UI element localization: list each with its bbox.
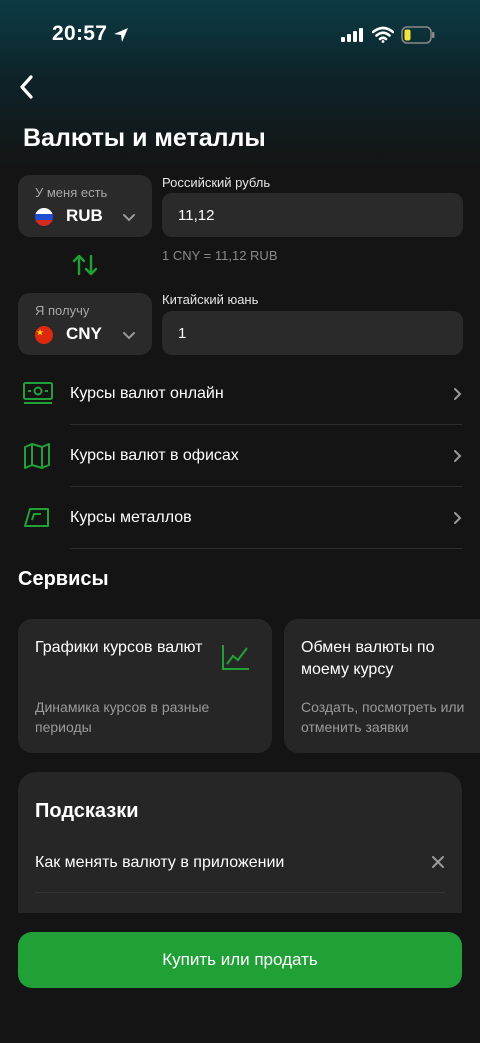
hints-card: Подсказки Как менять валюту в приложении [18, 772, 462, 932]
swap-arrows-icon [72, 254, 98, 276]
chevron-left-icon [20, 75, 33, 99]
service-card-rate-charts[interactable]: Графики курсов валют Динамика курсов в р… [18, 619, 272, 753]
service-card-description: Создать, посмотреть или отменить заявки [301, 699, 465, 735]
chevron-down-icon [122, 210, 136, 228]
menu-item-rates-online[interactable]: Курсы валют онлайн [0, 363, 480, 425]
menu-item-metal-rates[interactable]: Курсы металлов [0, 487, 480, 549]
exchange-rate-text: 1 CNY = 11,12 RUB [162, 248, 278, 263]
from-currency-code: RUB [66, 206, 103, 225]
russia-flag-icon [35, 208, 53, 226]
divider [70, 548, 462, 549]
status-time: 20:57 [52, 22, 108, 45]
to-currency-caption: Я получу [35, 303, 90, 318]
chevron-right-icon [453, 449, 463, 468]
chevron-right-icon [453, 511, 463, 530]
location-arrow-icon [112, 26, 130, 49]
close-icon[interactable] [431, 855, 445, 874]
service-card-title: Графики курсов валют [35, 639, 203, 656]
to-currency-code: CNY [66, 324, 102, 343]
page-title: Валюты и металлы [23, 124, 266, 152]
back-button[interactable] [10, 70, 44, 104]
cellular-signal-icon [340, 27, 364, 48]
banknote-icon [22, 381, 54, 410]
service-card-custom-exchange[interactable]: Обмен валюты по моему курсу Создать, пос… [284, 619, 480, 753]
map-icon [22, 442, 52, 475]
service-card-title: Обмен валюты по моему курсу [301, 639, 435, 678]
chevron-down-icon [122, 328, 136, 346]
to-amount-input[interactable] [162, 311, 463, 355]
menu-item-rates-offices[interactable]: Курсы валют в офисах [0, 425, 480, 487]
buy-or-sell-button[interactable]: Купить или продать [18, 932, 462, 988]
from-amount-label: Российский рубль [162, 175, 271, 190]
hint-item[interactable]: Как менять валюту в приложении [35, 854, 284, 872]
from-currency-caption: У меня есть [35, 185, 108, 200]
hints-title: Подсказки [35, 800, 139, 822]
service-card-description: Динамика курсов в разные периоды [35, 699, 210, 735]
menu-item-label: Курсы валют в офисах [70, 447, 239, 464]
swap-currencies-button[interactable] [68, 250, 102, 280]
menu-item-label: Курсы металлов [70, 509, 192, 526]
from-currency-select[interactable]: У меня есть RUB [18, 175, 152, 237]
to-amount-label: Китайский юань [162, 292, 259, 307]
battery-icon [401, 26, 435, 49]
china-flag-icon [35, 326, 53, 344]
from-amount-input[interactable] [162, 193, 463, 237]
menu-item-label: Курсы валют онлайн [70, 385, 224, 402]
gold-bar-icon [22, 506, 52, 535]
services-title: Сервисы [18, 568, 109, 590]
to-currency-select[interactable]: Я получу CNY [18, 293, 152, 355]
wifi-icon [371, 26, 395, 48]
status-bar: 20:57 [0, 0, 480, 70]
chart-icon [221, 643, 251, 676]
chevron-right-icon [453, 387, 463, 406]
divider [35, 892, 445, 893]
